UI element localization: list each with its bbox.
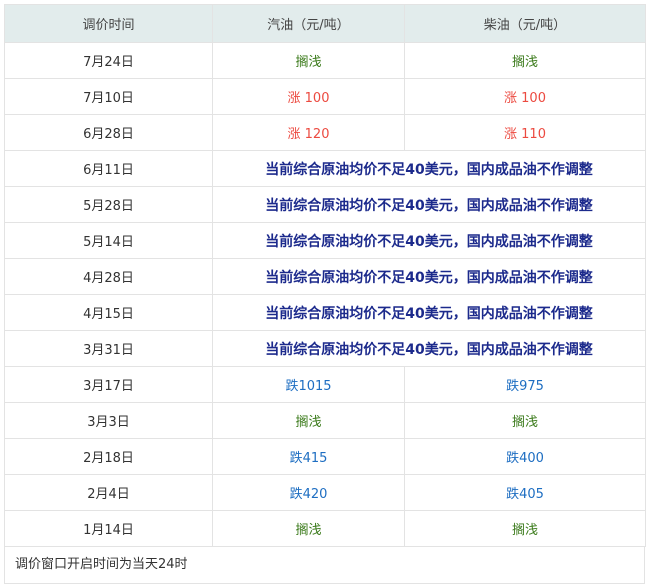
price-adjustment-table: 调价时间 汽油（元/吨） 柴油（元/吨） 7月24日 搁浅 搁浅 7月10日涨 100…: [4, 4, 646, 547]
cell-notice: 当前综合原油均价不足40美元，国内成品油不作调整: [212, 150, 646, 187]
cell-diesel-change: 涨 100: [404, 78, 646, 115]
table-header-row: 调价时间 汽油（元/吨） 柴油（元/吨）: [4, 4, 646, 43]
cell-diesel-change: 跌405: [404, 474, 646, 511]
cell-date: 2月18日: [4, 438, 213, 475]
cell-notice: 当前综合原油均价不足40美元，国内成品油不作调整: [212, 294, 646, 331]
cell-date: 6月11日: [4, 150, 213, 187]
cell-diesel-change: 涨 110: [404, 114, 646, 151]
cell-date: 6月28日: [4, 114, 213, 151]
table-row: 4月28日 当前综合原油均价不足40美元，国内成品油不作调整: [4, 258, 646, 295]
table-row: 3月3日 搁浅 搁浅: [4, 402, 646, 439]
table-row: 5月28日 当前综合原油均价不足40美元，国内成品油不作调整: [4, 186, 646, 223]
cell-gasoline-change: 跌1015: [212, 366, 405, 403]
cell-diesel-change: 跌400: [404, 438, 646, 475]
cell-date: 5月14日: [4, 222, 213, 259]
table-row: 7月24日 搁浅 搁浅: [4, 42, 646, 79]
cell-gasoline-change: 涨 120: [212, 114, 405, 151]
cell-date: 7月24日: [4, 42, 213, 79]
table-row: 2月18日 跌415 跌400: [4, 438, 646, 475]
table-row: 6月11日 当前综合原油均价不足40美元，国内成品油不作调整: [4, 150, 646, 187]
cell-date: 1月14日: [4, 510, 213, 547]
cell-diesel-change: 搁浅: [404, 510, 646, 547]
cell-date: 3月31日: [4, 330, 213, 367]
cell-notice: 当前综合原油均价不足40美元，国内成品油不作调整: [212, 222, 646, 259]
table-row: 3月31日 当前综合原油均价不足40美元，国内成品油不作调整: [4, 330, 646, 367]
cell-date: 3月17日: [4, 366, 213, 403]
cell-date: 5月28日: [4, 186, 213, 223]
table-row: 6月28日涨 120 涨 110: [4, 114, 646, 151]
cell-notice: 当前综合原油均价不足40美元，国内成品油不作调整: [212, 186, 646, 223]
table-row: 1月14日 搁浅 搁浅: [4, 510, 646, 547]
header-gasoline: 汽油（元/吨）: [212, 4, 405, 43]
table-row: 7月10日涨 100 涨 100: [4, 78, 646, 115]
cell-diesel-change: 跌975: [404, 366, 646, 403]
cell-date: 4月15日: [4, 294, 213, 331]
cell-gasoline-change: 涨 100: [212, 78, 405, 115]
cell-date: 3月3日: [4, 402, 213, 439]
table-row: 2月4日 跌420 跌405: [4, 474, 646, 511]
table-row: 5月14日 当前综合原油均价不足40美元，国内成品油不作调整: [4, 222, 646, 259]
cell-gasoline-change: 跌415: [212, 438, 405, 475]
cell-date: 2月4日: [4, 474, 213, 511]
cell-date: 7月10日: [4, 78, 213, 115]
table-footer-note: 调价窗口开启时间为当天24时: [4, 547, 645, 584]
cell-diesel-change: 搁浅: [404, 42, 646, 79]
cell-diesel-change: 搁浅: [404, 402, 646, 439]
price-adjustment-table-container: 调价时间 汽油（元/吨） 柴油（元/吨） 7月24日 搁浅 搁浅 7月10日涨 100…: [4, 4, 646, 584]
header-diesel: 柴油（元/吨）: [404, 4, 646, 43]
table-body: 7月24日 搁浅 搁浅 7月10日涨 100 涨 100 6月28日涨 120 涨 110 6…: [4, 42, 646, 547]
cell-date: 4月28日: [4, 258, 213, 295]
cell-gasoline-change: 跌420: [212, 474, 405, 511]
header-date: 调价时间: [4, 4, 213, 43]
table-row: 4月15日 当前综合原油均价不足40美元，国内成品油不作调整: [4, 294, 646, 331]
cell-gasoline-change: 搁浅: [212, 42, 405, 79]
table-row: 3月17日 跌1015 跌975: [4, 366, 646, 403]
cell-notice: 当前综合原油均价不足40美元，国内成品油不作调整: [212, 330, 646, 367]
cell-gasoline-change: 搁浅: [212, 510, 405, 547]
cell-gasoline-change: 搁浅: [212, 402, 405, 439]
cell-notice: 当前综合原油均价不足40美元，国内成品油不作调整: [212, 258, 646, 295]
